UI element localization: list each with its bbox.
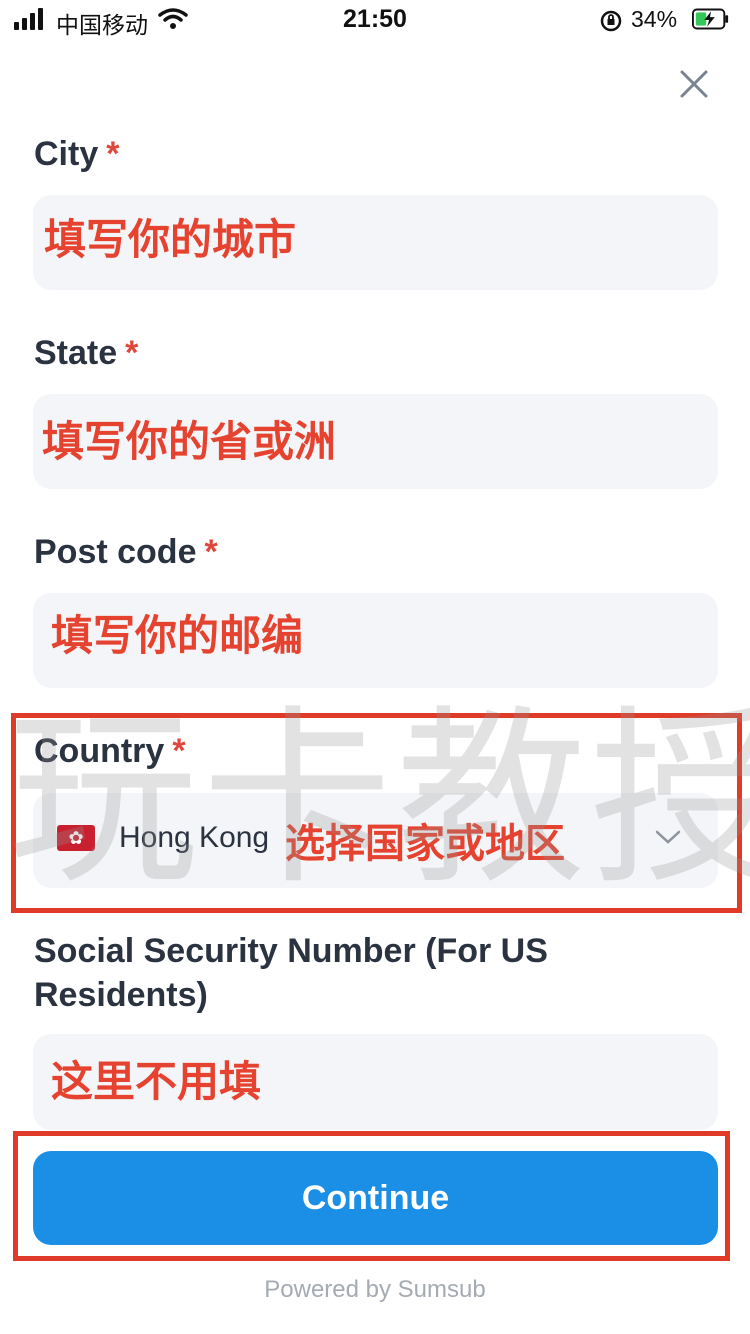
close-icon[interactable] — [676, 66, 712, 102]
state-annotation: 填写你的省或洲 — [42, 418, 337, 465]
powered-by-footer: Powered by Sumsub — [264, 1276, 486, 1303]
rotation-lock-icon — [600, 10, 622, 32]
city-label: City * — [34, 135, 120, 173]
battery-charging-icon — [692, 8, 729, 30]
state-label: State * — [34, 334, 139, 372]
post-code-label: Post code * — [34, 533, 218, 571]
city-annotation: 填写你的城市 — [44, 216, 297, 263]
country-highlight-box — [11, 713, 742, 913]
ssn-label: Social Security Number (For US Residents… — [34, 932, 548, 1014]
battery-percent: 34% — [631, 6, 678, 32]
continue-highlight-box — [13, 1131, 730, 1261]
ssn-annotation: 这里不用填 — [51, 1058, 262, 1105]
status-bar: 中国移动 21:50 34% — [0, 0, 750, 42]
post-code-annotation: 填写你的邮编 — [51, 612, 304, 659]
